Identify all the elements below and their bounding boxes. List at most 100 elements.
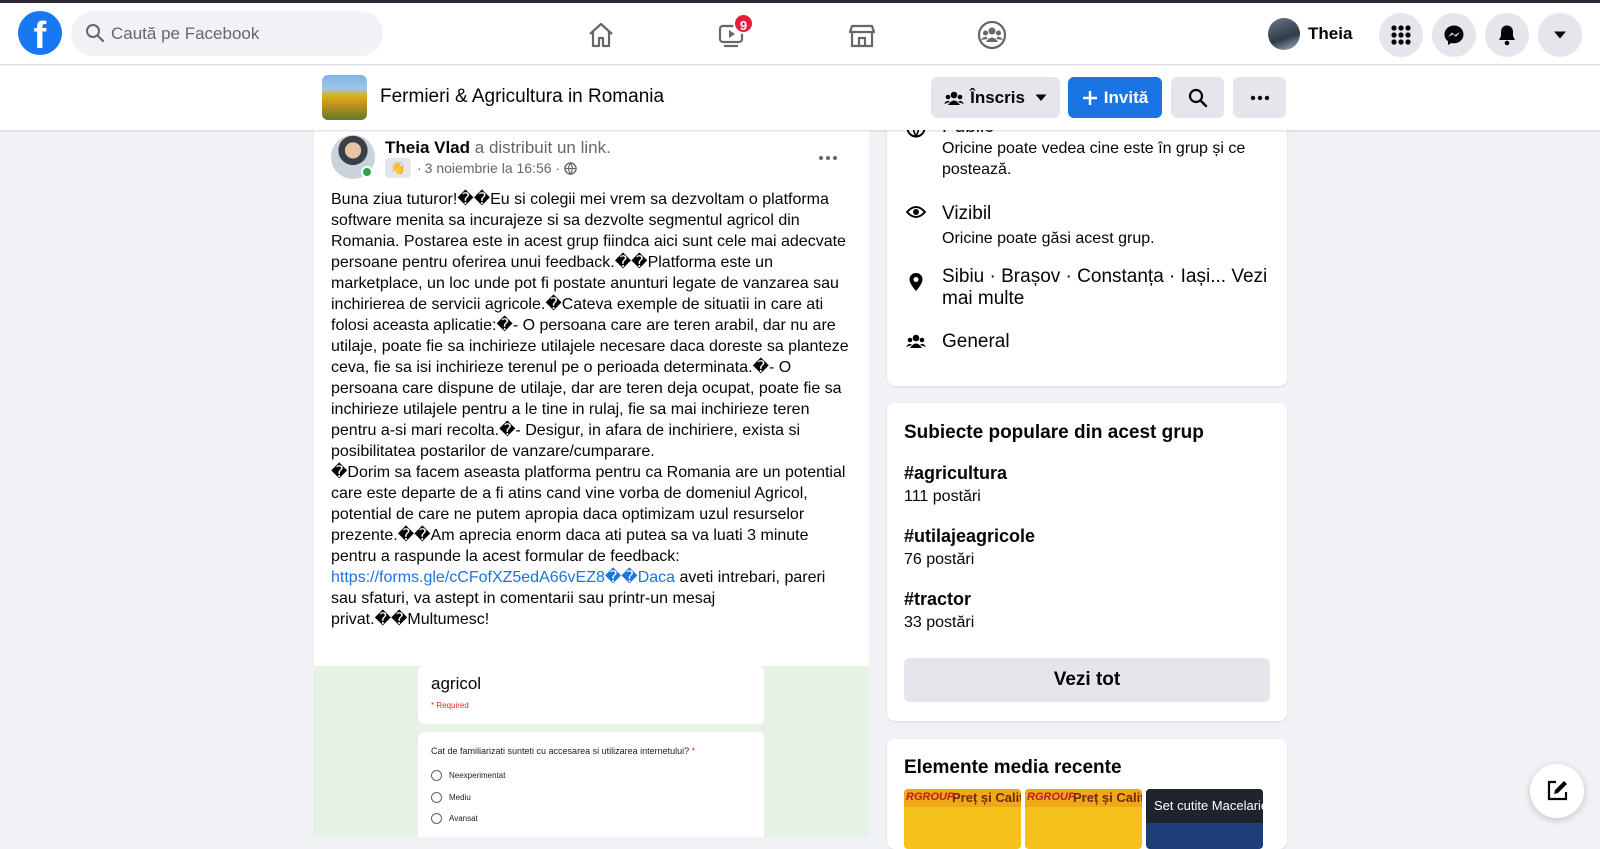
post-author-name[interactable]: Theia Vlad: [385, 138, 470, 157]
topic-tag: #tractor: [904, 589, 972, 609]
media-thumbnail[interactable]: Set cutite Macelarie: [1146, 789, 1263, 849]
required-note: * Required: [431, 701, 469, 710]
menu-button[interactable]: [1379, 13, 1423, 57]
post-options-button[interactable]: [810, 140, 846, 176]
topic-count: 111 postări: [904, 488, 981, 505]
nav-watch[interactable]: 9: [703, 9, 759, 61]
search-icon: [85, 23, 105, 48]
topic-tag: #agricultura: [904, 463, 1008, 483]
radio-circle-icon: [431, 792, 442, 803]
media-title: Elemente media recente: [904, 757, 1122, 778]
marketplace-icon: [848, 24, 876, 48]
nav-home[interactable]: [573, 9, 629, 61]
visibility-row: Vizibil Oricine poate găsi acest grup.: [904, 203, 1155, 249]
plus-icon: [1082, 90, 1097, 105]
facebook-logo[interactable]: f: [18, 11, 62, 55]
option-label: Mediu: [449, 793, 471, 802]
members-icon: [906, 334, 926, 348]
nav-marketplace[interactable]: [834, 9, 890, 61]
link-preview-image[interactable]: agricol * Required Cat de familiarizati …: [314, 666, 869, 837]
radio-option: Mediu: [431, 792, 471, 803]
visible-title: Vizibil: [942, 203, 992, 224]
topic-item[interactable]: #agricultura 111 postări: [904, 463, 1007, 506]
group-badge-icon: 👋: [385, 158, 411, 178]
post-timestamp[interactable]: 3 noiembrie la 16:56: [425, 160, 552, 176]
radio-circle-icon: [431, 770, 442, 781]
search-box[interactable]: [71, 11, 383, 56]
profile-shortcut[interactable]: Theia: [1268, 13, 1352, 55]
nav-groups[interactable]: [964, 9, 1020, 61]
media-thumbnails: Preț și Calit RGROUP Preț și Calit RGROU…: [904, 789, 1263, 849]
topic-item[interactable]: #tractor 33 postări: [904, 589, 974, 632]
group-cover-thumbnail[interactable]: [322, 75, 367, 120]
see-all-topics-button[interactable]: Vezi tot: [904, 658, 1270, 702]
group-type-row: General: [904, 331, 1010, 353]
option-label: Neexperimentat: [449, 771, 506, 780]
account-button[interactable]: [1538, 13, 1582, 57]
media-thumbnail[interactable]: Preț și Calit RGROUP: [1025, 789, 1142, 849]
group-header-bar: Fermieri & Agricultura in Romania Înscri…: [0, 66, 1600, 130]
invite-label: Invită: [1103, 87, 1149, 107]
group-more-button[interactable]: [1233, 77, 1286, 118]
post-action-text: a distribuit un link.: [474, 138, 611, 157]
globe-icon: [564, 161, 577, 175]
form-question-card: Cat de familiarizati sunteti cu accesare…: [418, 732, 764, 837]
more-icon: [1250, 95, 1269, 100]
topic-item[interactable]: #utilajeagricole 76 postări: [904, 526, 1035, 569]
group-type: General: [942, 331, 1010, 352]
question-text: Cat de familiarizati sunteti cu accesare…: [431, 746, 690, 756]
post-text: Buna ziua tuturor!��Eu si colegii mei vr…: [331, 189, 851, 630]
topic-count: 76 postări: [904, 551, 975, 568]
radio-circle-icon: [431, 813, 442, 824]
topics-title: Subiecte populare din acest grup: [904, 422, 1204, 443]
joined-button[interactable]: Înscris: [931, 77, 1060, 118]
topic-tag: #utilajeagricole: [904, 526, 1036, 546]
media-thumbnail[interactable]: Preț și Calit RGROUP: [904, 789, 1021, 849]
required-star: *: [689, 746, 696, 756]
new-message-button[interactable]: [1530, 764, 1584, 818]
compose-icon: [1547, 780, 1568, 801]
more-icon: [819, 156, 837, 160]
caret-down-icon: [1035, 94, 1047, 101]
option-label: Avansat: [449, 814, 478, 823]
members-icon: [944, 91, 965, 105]
notifications-button[interactable]: [1485, 13, 1529, 57]
home-icon: [589, 22, 613, 48]
group-search-button[interactable]: [1171, 77, 1224, 118]
search-input[interactable]: [111, 11, 371, 56]
messenger-icon: [1444, 25, 1464, 45]
post-text-part: Buna ziua tuturor!��Eu si colegii mei vr…: [331, 191, 849, 565]
grid-menu-icon: [1391, 25, 1411, 45]
top-navigation-bar: f 9 Theia: [0, 3, 1600, 65]
form-header-card: agricol * Required: [418, 666, 764, 724]
messenger-button[interactable]: [1432, 13, 1476, 57]
form-title: agricol: [431, 674, 482, 693]
search-icon: [1188, 88, 1207, 107]
meta-separator: ·: [417, 160, 422, 176]
profile-name: Theia: [1308, 24, 1353, 43]
locations-row[interactable]: Sibiu · Brașov · Constanța · Iași... Vez…: [904, 266, 1277, 310]
group-about-card: Public Oricine poate vedea cine este în …: [887, 110, 1287, 386]
meta-separator: ·: [555, 160, 561, 176]
locations-text: Sibiu · Brașov · Constanța · Iași... Vez…: [942, 266, 1268, 309]
radio-option: Avansat: [431, 813, 478, 824]
feedback-form-link[interactable]: https://forms.gle/cCFofXZ5edA66vEZ8��Dac…: [331, 569, 675, 586]
topic-count: 33 postări: [904, 614, 975, 631]
group-title[interactable]: Fermieri & Agricultura in Romania: [380, 86, 664, 108]
thumbnail-brand: RGROUP: [1027, 791, 1076, 803]
radio-option: Neexperimentat: [431, 770, 505, 781]
location-pin-icon: [909, 273, 923, 291]
watch-notification-badge: 9: [733, 13, 754, 34]
visible-description: Oricine poate găsi acest grup.: [942, 230, 1155, 247]
form-question: Cat de familiarizati sunteti cu accesare…: [431, 746, 695, 756]
avatar: [1268, 18, 1300, 50]
feed-post: Theia Vlad a distribuit un link. 👋 · 3 n…: [314, 130, 869, 837]
thumbnail-caption: Set cutite Macelarie: [1146, 789, 1263, 823]
caret-down-icon: [1554, 31, 1566, 39]
eye-icon: [906, 206, 926, 218]
popular-topics-card: Subiecte populare din acest grup #agricu…: [887, 403, 1287, 721]
thumbnail-brand: RGROUP: [906, 791, 955, 803]
bell-icon: [1499, 25, 1515, 46]
invite-button[interactable]: Invită: [1068, 77, 1162, 118]
online-status-indicator: [361, 166, 373, 178]
